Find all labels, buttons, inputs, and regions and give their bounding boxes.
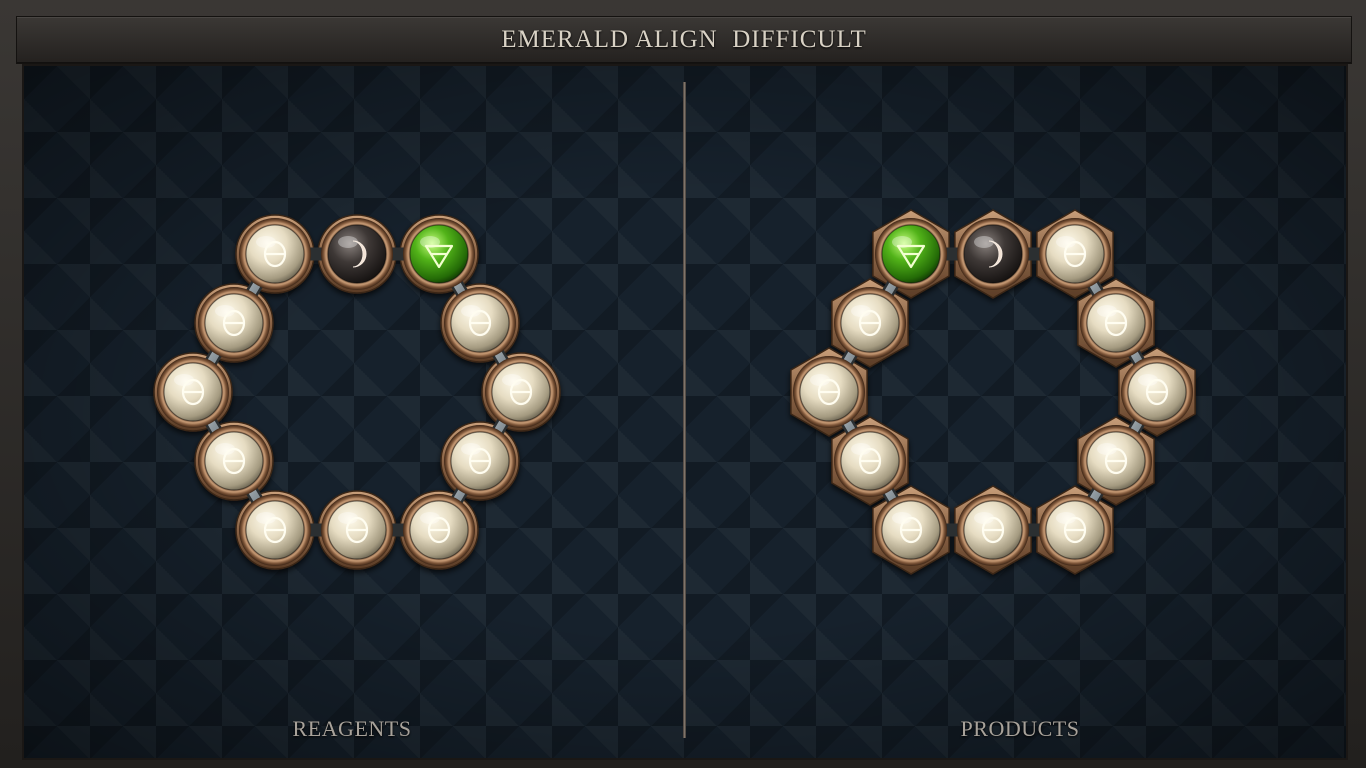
reagents-ring	[153, 214, 561, 570]
marble-moon[interactable]	[957, 218, 1029, 290]
title-bar: EMERALD ALIGN DIFFICULT	[16, 16, 1352, 64]
marble-pearl[interactable]	[1039, 494, 1111, 566]
marble-pearl[interactable]	[157, 356, 229, 428]
puzzle-title: EMERALD ALIGN DIFFICULT	[501, 26, 867, 53]
puzzle-board: REAGENTS PRODUCTS	[22, 64, 1348, 760]
products-label: PRODUCTS	[960, 716, 1080, 741]
marble-pearl[interactable]	[834, 287, 906, 359]
marble-pearl[interactable]	[403, 494, 475, 566]
marble-pearl[interactable]	[793, 356, 865, 428]
marble-pearl[interactable]	[1039, 218, 1111, 290]
marble-pearl[interactable]	[1080, 287, 1152, 359]
marble-pearl[interactable]	[834, 425, 906, 497]
marble-pearl[interactable]	[239, 494, 311, 566]
marble-pearl[interactable]	[875, 494, 947, 566]
marble-emerald[interactable]	[875, 218, 947, 290]
marble-pearl[interactable]	[239, 218, 311, 290]
marble-moon[interactable]	[321, 218, 393, 290]
products-ring	[790, 209, 1196, 575]
marble-pearl[interactable]	[957, 494, 1029, 566]
marble-pearl[interactable]	[444, 287, 516, 359]
marble-pearl[interactable]	[1121, 356, 1193, 428]
marble-pearl[interactable]	[198, 287, 270, 359]
marble-pearl[interactable]	[198, 425, 270, 497]
marble-emerald[interactable]	[403, 218, 475, 290]
puzzle-rings	[153, 209, 1196, 575]
marble-pearl[interactable]	[444, 425, 516, 497]
marble-pearl[interactable]	[1080, 425, 1152, 497]
reagents-label: REAGENTS	[292, 716, 412, 741]
marble-pearl[interactable]	[321, 494, 393, 566]
marble-pearl[interactable]	[485, 356, 557, 428]
